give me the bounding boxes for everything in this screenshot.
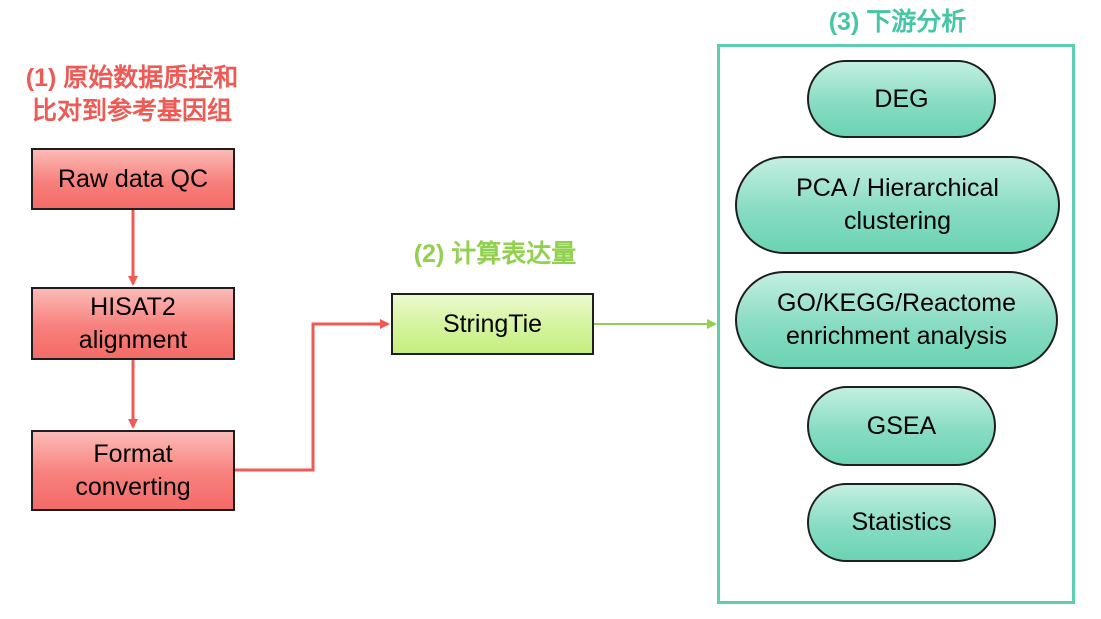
node-statistics: Statistics <box>807 483 996 562</box>
section-number-qc: (1) <box>25 64 57 92</box>
section-title-qc-line2: 比对到参考基因组 <box>31 97 232 125</box>
node-format-line2: converting <box>75 472 191 501</box>
section-title-qc-line1: 原始数据质控和 <box>63 64 239 92</box>
node-enrichment-analysis: GO/KEGG/Reactome enrichment analysis <box>735 271 1058 369</box>
node-deg: DEG <box>807 60 996 138</box>
node-raw-data-qc-label: Raw data QC <box>57 164 209 193</box>
arrow-format-to-stringtie <box>235 319 390 472</box>
section-number-quant: (2) <box>413 240 445 268</box>
node-hisat2-line2: alignment <box>78 325 188 354</box>
section-title-downstream: (3) 下游分析 <box>790 6 1005 39</box>
section-number-downstream: (3) <box>828 8 860 36</box>
node-statistics-label: Statistics <box>851 508 952 536</box>
section-title-quant-text: 计算表达量 <box>451 240 577 268</box>
node-hisat2-line1: HISAT2 <box>90 292 176 321</box>
node-format-converting: Format converting <box>31 430 235 511</box>
node-hisat2-alignment: HISAT2 alignment <box>31 287 235 360</box>
node-raw-data-qc: Raw data QC <box>31 148 235 210</box>
node-enrichment-line1: GO/KEGG/Reactome <box>777 289 1016 317</box>
node-pca-line1: PCA / Hierarchical <box>796 174 999 202</box>
node-enrichment-line2: enrichment analysis <box>786 322 1007 350</box>
node-stringtie: StringTie <box>391 293 594 355</box>
section-title-qc: (1) 原始数据质控和 比对到参考基因组 <box>4 62 260 128</box>
node-stringtie-label: StringTie <box>442 309 543 338</box>
node-gsea: GSEA <box>807 386 996 466</box>
node-deg-label: DEG <box>874 84 929 113</box>
section-title-downstream-text: 下游分析 <box>866 8 967 36</box>
section-title-quant: (2) 计算表达量 <box>385 238 605 271</box>
node-format-line1: Format <box>93 439 173 468</box>
node-pca-hierarchical: PCA / Hierarchical clustering <box>735 156 1060 254</box>
node-pca-line2: clustering <box>843 207 951 235</box>
node-gsea-label: GSEA <box>866 411 937 440</box>
